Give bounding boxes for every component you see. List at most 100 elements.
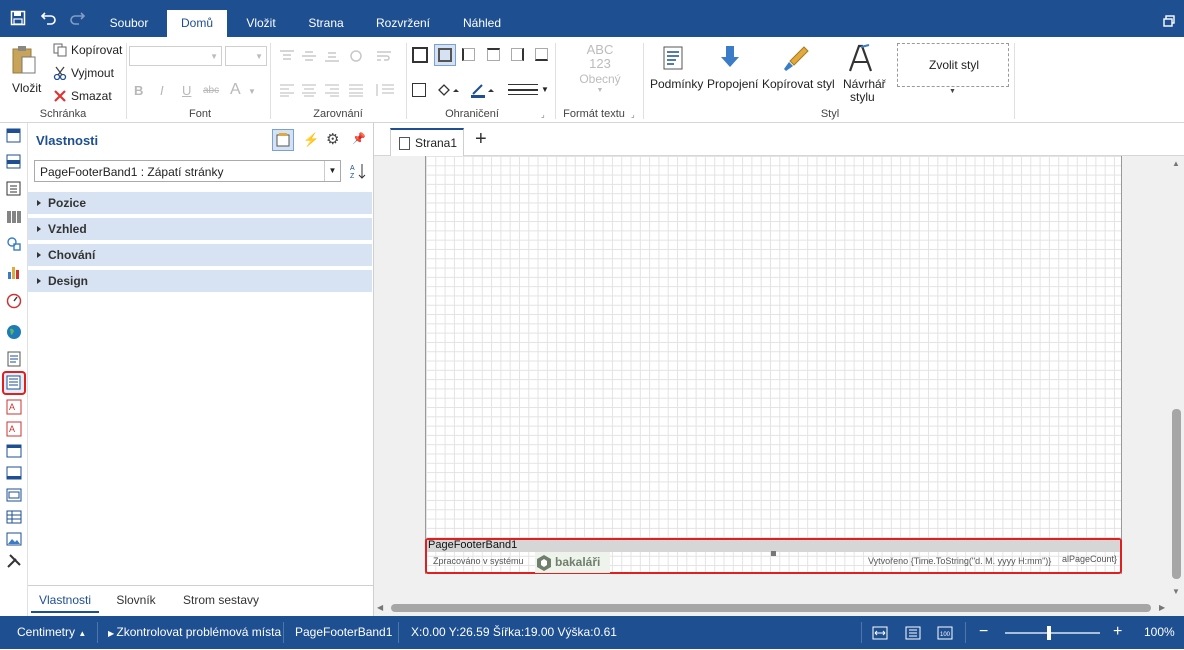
underline-icon[interactable]: U xyxy=(182,83,191,98)
logo-image[interactable]: bakaláři xyxy=(535,552,610,573)
page-footer-band-tool[interactable] xyxy=(2,371,26,395)
chevron-down-icon[interactable]: ▼ xyxy=(949,88,956,95)
font-size-select[interactable]: ▼ xyxy=(225,46,267,66)
report-title-band-icon[interactable] xyxy=(6,128,22,144)
cut-button[interactable]: Vyjmout xyxy=(53,65,123,83)
delete-button[interactable]: Smazat xyxy=(53,88,123,106)
units-selector[interactable]: Centimetry ▲ xyxy=(17,616,86,649)
fit-page-icon[interactable] xyxy=(905,626,921,640)
chart-icon[interactable] xyxy=(6,264,22,280)
page-tab-strana1[interactable]: Strana1 xyxy=(390,128,464,156)
component-selector[interactable]: PageFooterBand1 : Zápatí stránky ▼ xyxy=(34,160,341,182)
conditions-button[interactable]: Podmínky xyxy=(647,45,703,93)
align-right-icon[interactable] xyxy=(324,83,340,97)
dialog-launcher-icon[interactable]: ⌟ xyxy=(631,110,635,119)
copy-style-button[interactable]: Kopírovat styl xyxy=(760,45,835,93)
rotate-icon[interactable] xyxy=(348,49,364,63)
justify-icon[interactable] xyxy=(348,83,364,97)
tab-slovnik[interactable]: Slovník xyxy=(108,587,164,613)
report-page[interactable] xyxy=(425,156,1122,574)
tab-nahled[interactable]: Náhled xyxy=(452,0,512,37)
font-family-select[interactable]: ▼ xyxy=(129,46,222,66)
border-bottom-button[interactable] xyxy=(535,48,548,61)
rich-text-icon[interactable]: A xyxy=(6,421,22,437)
cross-band-icon[interactable] xyxy=(6,181,22,197)
copy-button[interactable]: Kopírovat xyxy=(53,42,123,60)
category-pozice[interactable]: Pozice xyxy=(28,192,372,214)
image-icon[interactable] xyxy=(6,531,22,547)
text-format-button[interactable]: ABC 123 Obecný ▼ xyxy=(572,43,628,99)
selection-handle[interactable] xyxy=(771,551,776,556)
restore-window-icon[interactable] xyxy=(1160,14,1178,32)
created-text[interactable]: Vytvořeno {Time.ToString("d. M. yyyy H:m… xyxy=(868,556,1051,566)
horizontal-scrollbar[interactable]: ◀ ▶ xyxy=(374,601,1169,616)
properties-view-button[interactable] xyxy=(272,129,294,151)
border-left-button[interactable] xyxy=(462,48,475,61)
style-designer-button[interactable]: Návrhář stylu xyxy=(838,43,886,105)
category-vzhled[interactable]: Vzhled xyxy=(28,218,372,240)
border-style-select[interactable]: ▼ xyxy=(506,81,550,99)
tab-rozvrzeni[interactable]: Rozvržení xyxy=(365,0,441,37)
align-top-icon[interactable] xyxy=(279,49,295,63)
align-bottom-icon[interactable] xyxy=(324,49,340,63)
sort-alphabetical-icon[interactable]: AZ xyxy=(349,162,367,180)
border-outline-button[interactable] xyxy=(412,83,426,97)
text-box-icon[interactable]: A xyxy=(6,399,22,415)
chevron-down-icon[interactable]: ▼ xyxy=(248,87,256,96)
zoom-slider[interactable] xyxy=(1005,626,1100,640)
save-icon[interactable] xyxy=(9,10,27,28)
align-left-icon[interactable] xyxy=(279,83,295,97)
gauge-icon[interactable] xyxy=(6,293,22,309)
fill-color-icon[interactable] xyxy=(436,82,462,98)
fit-page-width-icon[interactable] xyxy=(872,626,888,640)
tab-vlozit[interactable]: Vložit xyxy=(233,0,289,37)
zoom-slider-thumb[interactable] xyxy=(1047,626,1051,640)
tab-soubor[interactable]: Soubor xyxy=(98,0,160,37)
events-lightning-icon[interactable]: ⚡ xyxy=(303,132,319,148)
page-icon[interactable] xyxy=(6,351,22,367)
horizontal-scroll-thumb[interactable] xyxy=(391,604,1151,612)
border-all-button[interactable] xyxy=(412,47,428,63)
add-page-icon[interactable]: + xyxy=(475,128,487,151)
word-wrap-icon[interactable] xyxy=(376,49,392,63)
page-count-text[interactable]: alPageCount} xyxy=(1062,554,1117,564)
shapes-icon[interactable] xyxy=(6,236,22,252)
footer-left-text[interactable]: Zpracováno v systému xyxy=(433,556,524,566)
italic-icon[interactable]: I xyxy=(160,83,164,98)
page-footer-band[interactable]: PageFooterBand1 Zpracováno v systému bak… xyxy=(425,538,1122,574)
tab-strom-sestavy[interactable]: Strom sestavy xyxy=(176,587,266,613)
footer-icon[interactable] xyxy=(6,465,22,481)
table-icon[interactable] xyxy=(6,509,22,525)
vertical-scrollbar[interactable]: ▲ ▼ xyxy=(1169,156,1184,601)
zoom-in-icon[interactable]: + xyxy=(1113,623,1122,641)
tab-vlastnosti[interactable]: Vlastnosti xyxy=(31,587,99,613)
tools-icon[interactable] xyxy=(6,553,22,569)
check-issues-button[interactable]: ▶ Zkontrolovat problémová místa xyxy=(108,616,281,649)
align-middle-icon[interactable] xyxy=(301,49,317,63)
tab-strana[interactable]: Strana xyxy=(296,0,356,37)
bold-icon[interactable]: B xyxy=(134,83,143,98)
panel-icon[interactable] xyxy=(6,443,22,459)
choose-style-select[interactable]: Zvolit styl xyxy=(897,43,1009,87)
undo-icon[interactable] xyxy=(40,10,58,28)
subreport-icon[interactable] xyxy=(6,487,22,503)
line-spacing-icon[interactable] xyxy=(374,83,396,97)
align-center-icon[interactable] xyxy=(301,83,317,97)
font-color-icon[interactable]: A xyxy=(230,81,241,99)
tab-domu[interactable]: Domů xyxy=(167,10,227,37)
paste-button[interactable]: Vložit xyxy=(6,45,44,95)
border-none-button[interactable] xyxy=(434,44,456,66)
redo-icon[interactable] xyxy=(68,10,86,28)
border-top-button[interactable] xyxy=(487,48,500,61)
gear-icon[interactable]: ⚙ xyxy=(326,130,339,148)
header-band-icon[interactable] xyxy=(6,154,22,170)
links-button[interactable]: Propojení xyxy=(706,45,758,93)
zoom-out-icon[interactable]: − xyxy=(979,623,988,641)
vertical-scroll-thumb[interactable] xyxy=(1172,409,1181,579)
dialog-launcher-icon[interactable]: ⌟ xyxy=(541,110,545,119)
barcode-icon[interactable] xyxy=(6,209,22,225)
border-color-icon[interactable] xyxy=(470,82,498,98)
category-chovani[interactable]: Chování xyxy=(28,244,372,266)
map-globe-icon[interactable] xyxy=(6,324,22,340)
strikethrough-icon[interactable]: abc xyxy=(203,85,219,96)
